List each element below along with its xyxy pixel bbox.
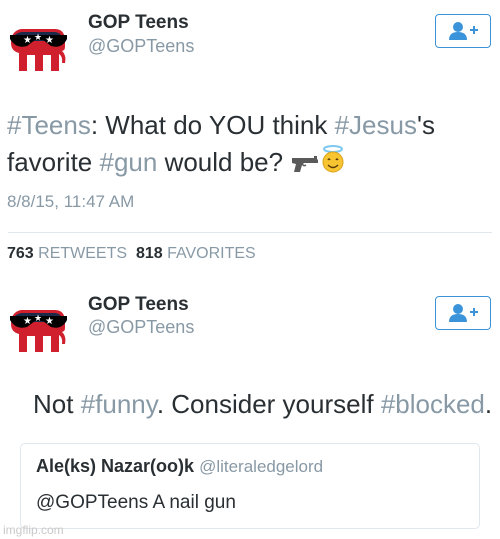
follow-button[interactable] — [435, 296, 491, 330]
gop-elephant-avatar-icon[interactable]: ★ ★ ★ — [7, 13, 69, 75]
author-handle[interactable]: @GOPTeens — [88, 317, 194, 338]
watermark: imgflip.com — [3, 523, 64, 537]
quoted-tweet-text: @GOPTeens A nail gun — [36, 492, 236, 513]
quoted-author-name: Ale(ks) Nazar(oo)k — [36, 456, 195, 476]
follow-button[interactable] — [435, 14, 491, 48]
hashtag-link[interactable]: #funny — [81, 389, 157, 419]
hashtag-link[interactable]: #blocked — [381, 389, 485, 419]
retweets-label[interactable]: RETWEETS — [38, 245, 127, 262]
gop-elephant-avatar-icon[interactable]: ★ ★ ★ — [7, 294, 69, 356]
tweet-text: #Teens: What do YOU think #Jesus's favor… — [7, 107, 487, 183]
favorites-count[interactable]: 818 — [136, 245, 163, 262]
tweet-timestamp[interactable]: 8/8/15, 11:47 AM — [7, 192, 134, 212]
retweets-count[interactable]: 763 — [7, 245, 34, 262]
author-name[interactable]: GOP Teens — [88, 294, 189, 316]
quoted-author[interactable]: Ale(ks) Nazar(oo)k @literaledgelord — [36, 456, 323, 477]
favorites-label[interactable]: FAVORITES — [167, 245, 256, 262]
svg-text:★: ★ — [45, 35, 54, 46]
svg-text:★: ★ — [23, 316, 32, 327]
divider — [8, 232, 492, 233]
tweet-stats: 763 RETWEETS 818 FAVORITES — [7, 245, 256, 263]
svg-text:★: ★ — [23, 35, 32, 46]
quoted-tweet[interactable]: Ale(ks) Nazar(oo)k @literaledgelord @GOP… — [20, 443, 480, 529]
svg-text:★: ★ — [45, 316, 54, 327]
svg-text:★: ★ — [34, 314, 42, 324]
quoted-author-handle: @literaledgelord — [199, 457, 324, 476]
follow-user-icon — [449, 22, 478, 40]
author-handle[interactable]: @GOPTeens — [88, 36, 194, 57]
follow-user-icon — [449, 304, 478, 322]
angel-emoji-icon — [320, 145, 346, 183]
hashtag-link[interactable]: #Jesus — [335, 110, 417, 140]
author-name[interactable]: GOP Teens — [88, 12, 189, 34]
pistol-emoji-icon — [290, 146, 320, 183]
tweet-text: Not #funny. Consider yourself #blocked. — [33, 389, 493, 419]
svg-text:★: ★ — [34, 33, 42, 43]
hashtag-link[interactable]: #Teens — [7, 110, 91, 140]
hashtag-link[interactable]: #gun — [100, 147, 158, 177]
